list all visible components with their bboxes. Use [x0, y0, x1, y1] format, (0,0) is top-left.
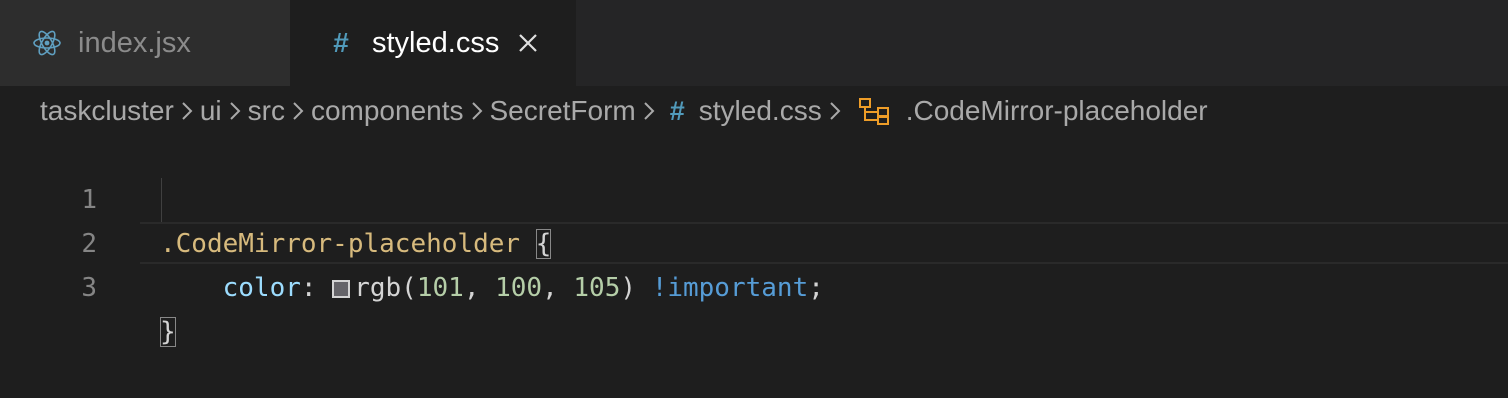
line-number: 3	[81, 273, 97, 303]
hash-icon: #	[669, 95, 685, 126]
hash-icon: #	[333, 27, 349, 58]
css-property: color	[222, 273, 301, 303]
breadcrumb: taskcluster ui src components SecretForm…	[40, 88, 1208, 134]
breadcrumb-item-secretform[interactable]: SecretForm	[490, 95, 636, 127]
rgb-function-close: )	[620, 273, 637, 303]
chevron-right-icon	[285, 101, 311, 121]
colon: :	[300, 273, 317, 303]
rgb-value-b: 105	[573, 273, 621, 303]
react-icon	[32, 28, 62, 58]
tab-bar: index.jsx # styled.css	[0, 0, 1508, 86]
tab-label: index.jsx	[78, 26, 191, 59]
close-icon[interactable]	[517, 32, 539, 54]
rgb-value-g: 100	[495, 273, 543, 303]
comma: ,	[542, 273, 574, 303]
breadcrumb-item-ui[interactable]: ui	[200, 95, 222, 127]
chevron-right-icon	[822, 101, 848, 121]
chevron-right-icon	[636, 101, 662, 121]
comma: ,	[463, 273, 496, 303]
semicolon: ;	[808, 273, 824, 303]
rgb-value-r: 101	[416, 273, 464, 303]
breadcrumb-item-symbol[interactable]: .CodeMirror-placeholder	[906, 95, 1208, 127]
breadcrumb-item-components[interactable]: components	[311, 95, 464, 127]
code-line[interactable]: 3 }	[0, 222, 1508, 347]
color-swatch-icon[interactable]	[332, 280, 351, 298]
tab-label: styled.css	[372, 26, 500, 59]
tab-index-jsx[interactable]: index.jsx	[0, 0, 290, 86]
chevron-right-icon	[174, 101, 200, 121]
breadcrumb-item-taskcluster[interactable]: taskcluster	[40, 95, 174, 127]
important-keyword: !important	[651, 273, 809, 303]
chevron-right-icon	[464, 101, 490, 121]
breadcrumb-item-src[interactable]: src	[248, 95, 285, 127]
tab-styled-css[interactable]: # styled.css	[290, 0, 576, 86]
code-line[interactable]: 1 .CodeMirror-placeholder {	[0, 134, 1508, 259]
rgb-function-open: rgb(	[354, 273, 417, 303]
breadcrumb-item-file[interactable]: styled.css	[699, 95, 822, 127]
chevron-right-icon	[222, 101, 248, 121]
code-line[interactable]: 2 color: rgb(101, 100, 105) !important;	[0, 178, 1508, 303]
symbol-structure-icon	[858, 96, 892, 126]
code-editor[interactable]: 1 .CodeMirror-placeholder { 2 color: rgb…	[0, 134, 1508, 347]
